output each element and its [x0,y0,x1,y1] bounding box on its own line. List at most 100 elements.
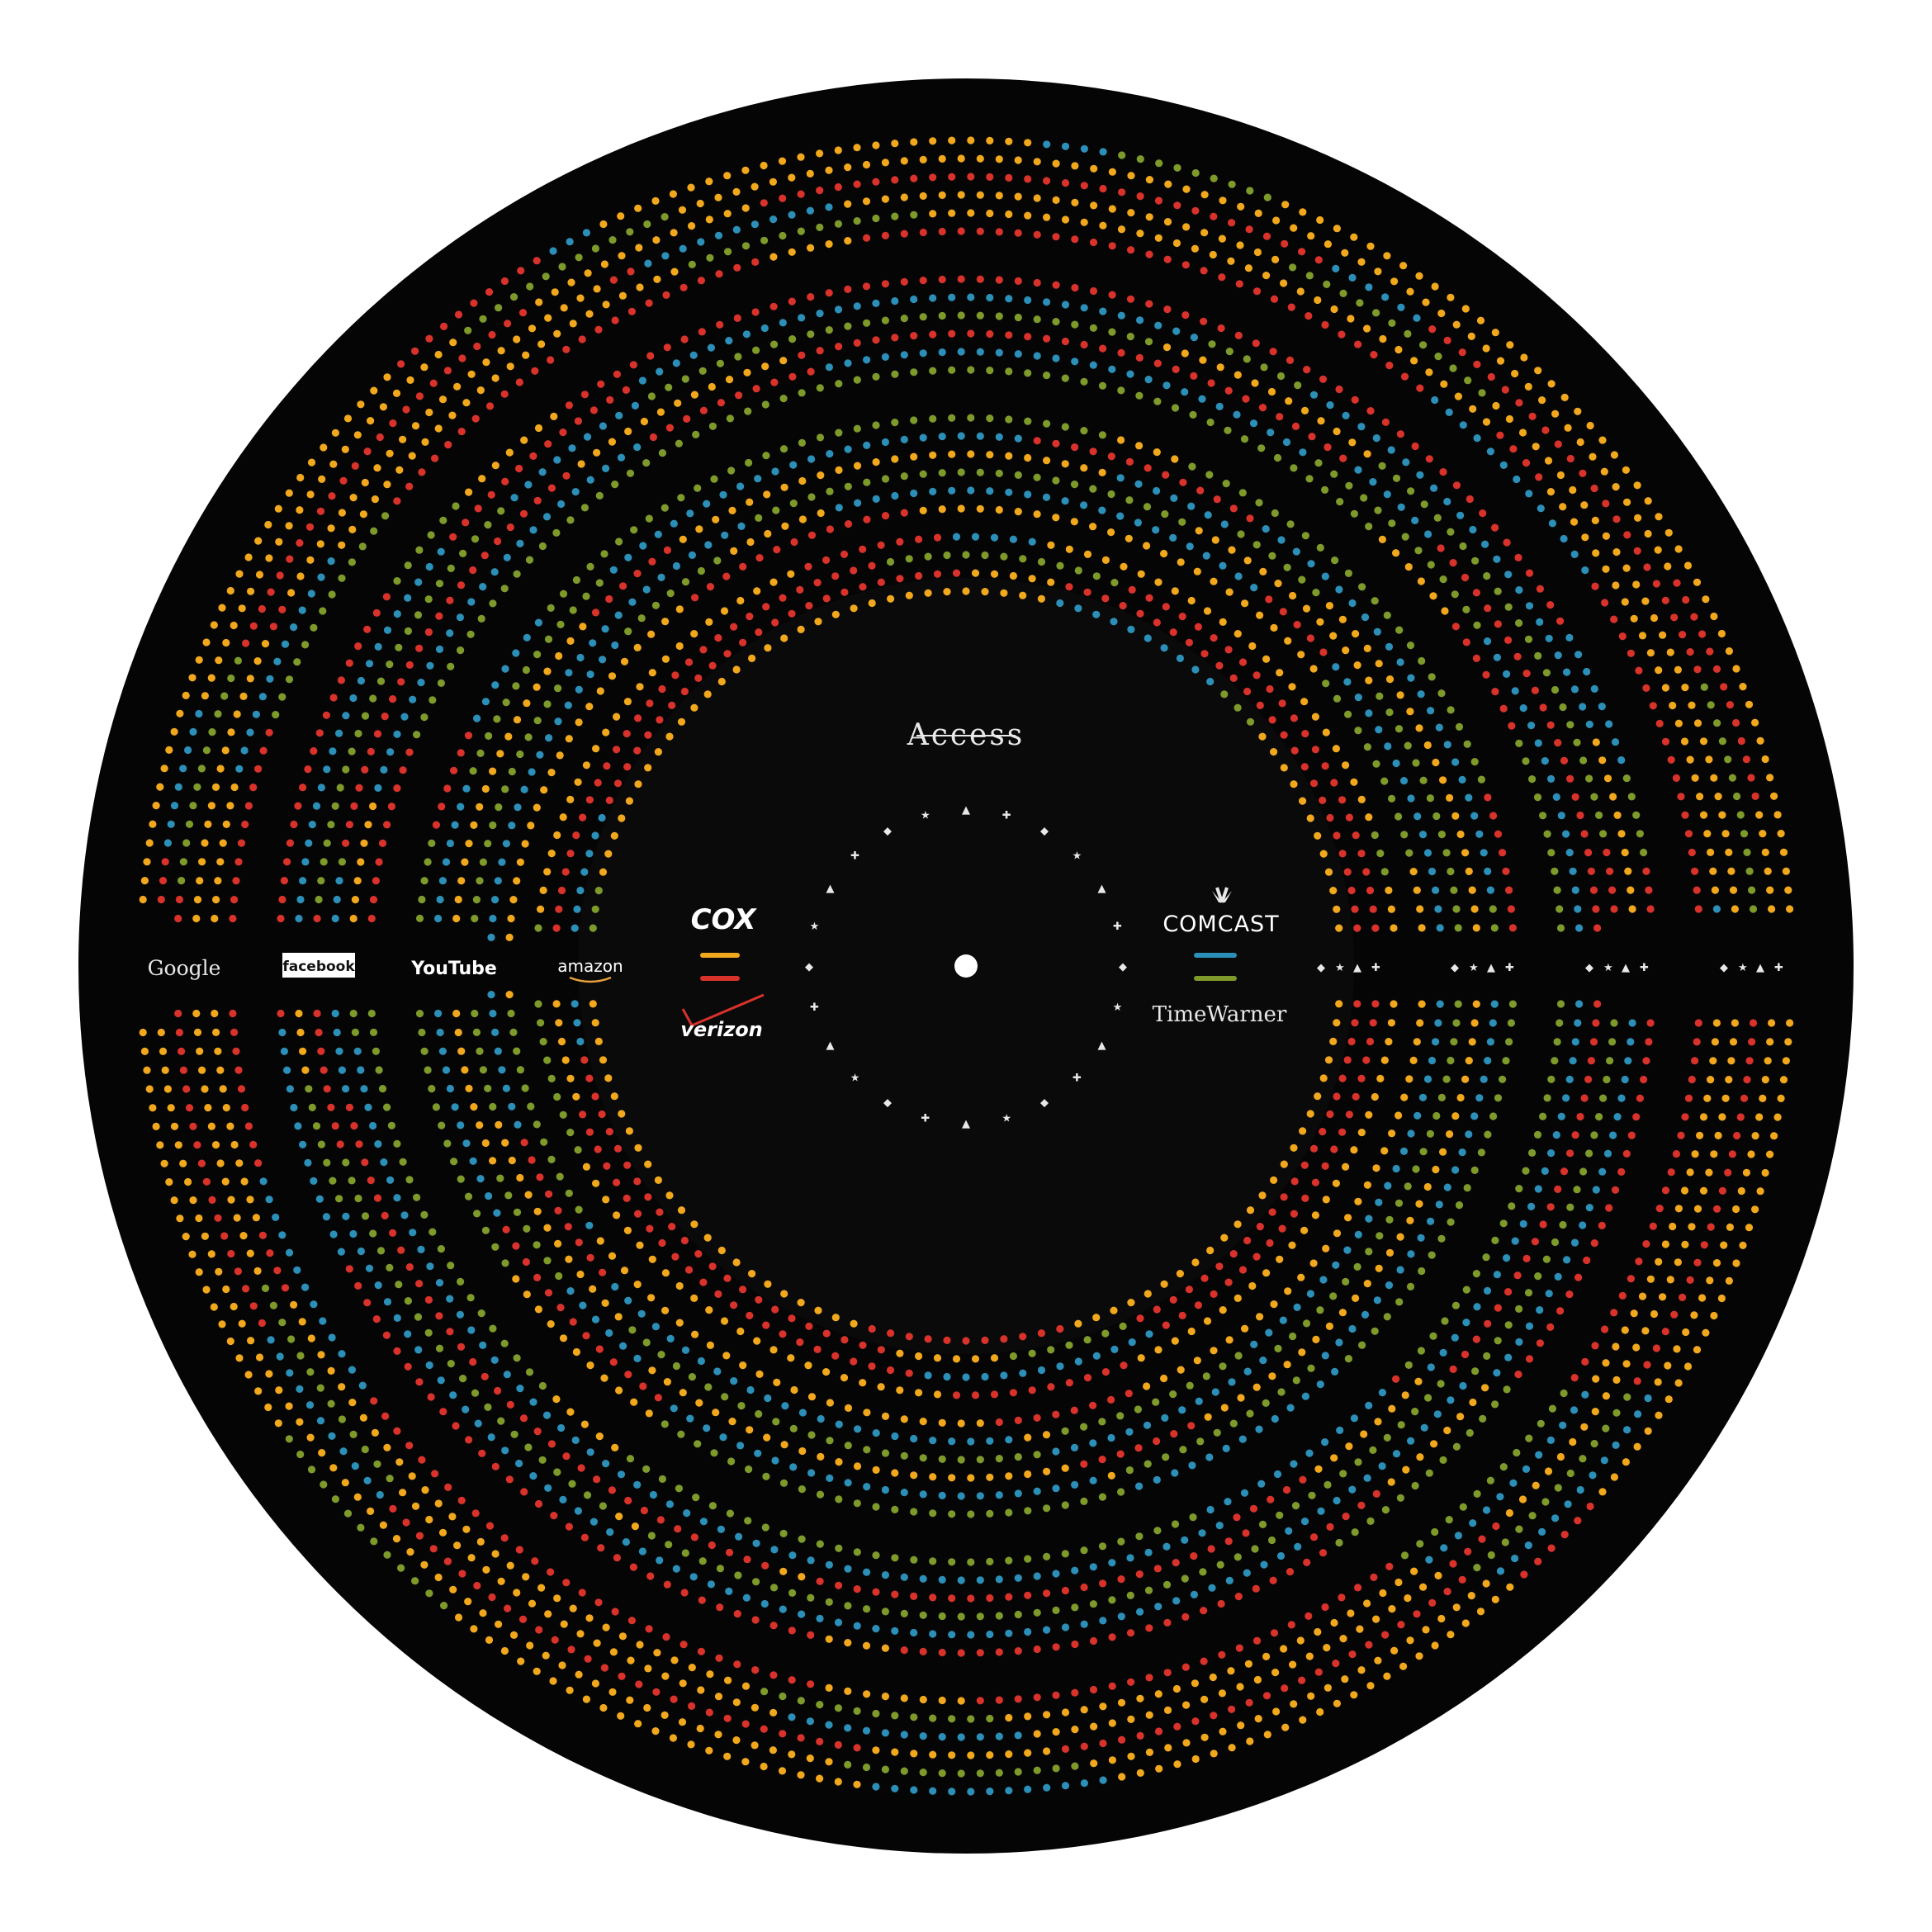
track-dot [437,1245,446,1253]
track-dot [910,416,918,424]
track-dot [1092,1314,1101,1322]
track-dot [624,627,632,636]
track-dot [769,1708,778,1717]
track-dot [948,293,956,301]
track-dot [304,1158,312,1167]
track-dot [1065,583,1073,591]
track-dot [1206,418,1215,427]
track-dot [825,1721,833,1729]
track-dot [891,1784,899,1792]
track-dot [524,1191,533,1199]
track-dot [755,1370,764,1378]
track-dot [1681,811,1689,819]
track-dot [1661,1328,1669,1336]
track-dot [1583,667,1591,676]
track-dot [1125,1466,1134,1475]
track-dot [881,1765,889,1773]
track-dot [222,1285,230,1294]
track-dot [643,220,651,229]
track-dot [841,588,849,596]
track-dot [454,1028,462,1037]
track-dot [1005,210,1013,219]
track-dot [554,717,562,726]
track-dot [679,244,687,253]
track-dot [566,238,574,246]
track-dot [967,136,975,144]
track-dot [1061,1464,1069,1472]
track-dot [986,293,994,302]
track-dot [442,1066,451,1074]
track-dot [1299,1475,1307,1484]
track-dot [1108,1559,1116,1567]
track-dot [1309,1259,1318,1267]
track-dot [462,1139,471,1148]
track-dot [891,1432,899,1441]
track-dot [1399,1147,1409,1155]
track-dot [1154,1727,1163,1735]
track-dot [1163,218,1172,226]
track-dot [764,644,772,652]
track-dot [1215,661,1224,670]
track-dot [1470,812,1479,820]
track-dot [834,1704,843,1712]
center-symbol: ★ [810,921,820,933]
track-dot [1470,905,1479,913]
track-dot [1606,1057,1614,1065]
track-dot [1743,848,1751,856]
track-dot [844,322,852,330]
track-dot [219,839,227,847]
track-dot [374,1140,382,1148]
row-symbol: ◆ [1720,962,1728,974]
track-dot [1369,905,1377,913]
track-dot [561,1056,570,1064]
track-dot [345,1103,353,1111]
track-dot [440,1602,448,1610]
track-dot [520,785,528,793]
track-dot [1193,567,1201,575]
track-dot [1311,1178,1319,1186]
track-dot [929,210,937,218]
track-dot [1589,1038,1598,1046]
track-dot [1493,653,1501,661]
track-dot [580,1420,590,1428]
track-dot [1344,569,1352,578]
track-dot [1198,395,1206,403]
track-dot [393,610,401,618]
track-dot [1700,683,1708,691]
track-dot [1061,142,1070,150]
track-dot [678,206,687,214]
track-dot [1187,1327,1196,1336]
track-dot [477,1309,485,1318]
track-dot [981,1372,989,1381]
track-dot [1642,684,1650,693]
track-dot [310,623,318,632]
track-dot [1698,1294,1707,1302]
track-dot [1699,1113,1708,1121]
track-dot [788,1589,797,1597]
track-dot [1354,466,1362,474]
track-dot [1557,812,1565,820]
track-dot [185,820,194,828]
track-dot [1033,1487,1041,1495]
track-dot [688,1373,697,1381]
track-dot [1419,1148,1428,1156]
track-dot [661,1672,670,1680]
track-dot [613,1211,621,1219]
track-dot [1553,886,1561,894]
track-dot [1200,1657,1208,1665]
track-dot [1472,654,1480,663]
track-dot [933,1354,942,1362]
track-dot [328,590,336,599]
track-dot [1363,1280,1371,1288]
track-dot [1056,599,1064,608]
track-dot [1450,886,1458,894]
track-dot [633,643,642,652]
track-dot [425,1515,433,1524]
track-dot [788,211,796,219]
track-dot [654,1394,662,1402]
track-dot [692,1494,700,1502]
track-dot [488,330,496,339]
track-dot [1430,484,1438,492]
track-dot [274,504,282,513]
track-dot [500,1534,509,1542]
